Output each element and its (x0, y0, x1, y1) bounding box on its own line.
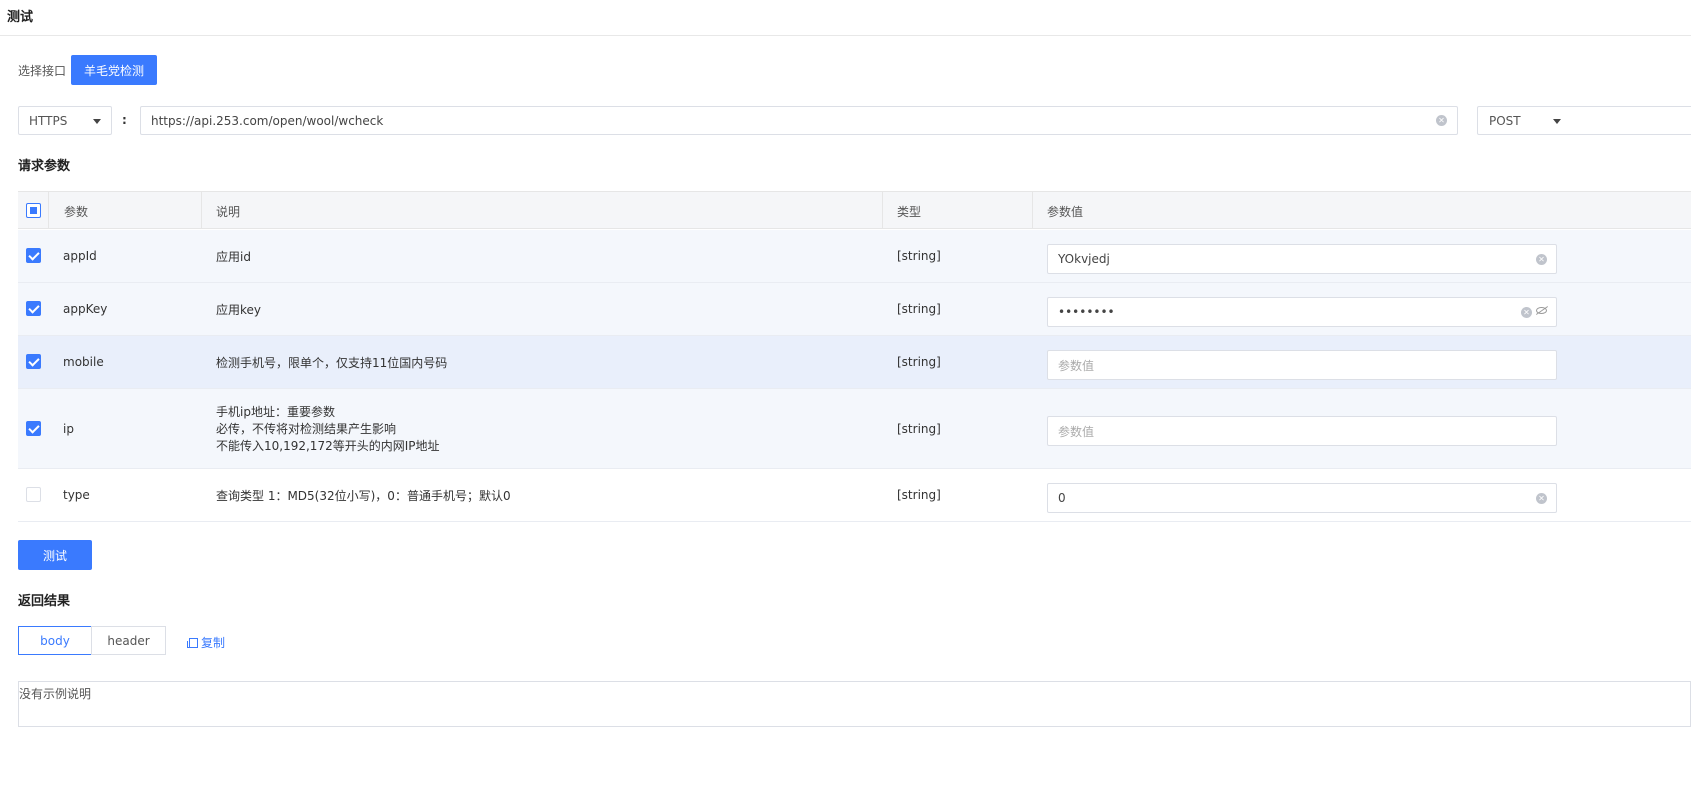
row-checkbox[interactable] (26, 301, 41, 316)
eye-off-icon[interactable] (1536, 307, 1547, 314)
param-value: YOkvjedj (1058, 252, 1110, 266)
param-name: type (63, 488, 90, 502)
header-divider (0, 35, 1691, 36)
param-desc: 应用key (216, 303, 262, 317)
request-params-title: 请求参数 (18, 159, 71, 174)
param-name: appId (63, 249, 97, 263)
param-type: [string] (897, 249, 941, 263)
page-title: 测试 (7, 10, 34, 25)
copy-button[interactable]: 复制 (187, 634, 226, 651)
param-desc: 检测手机号，限单个，仅支持11位国内号码 (216, 356, 448, 370)
row-checkbox[interactable] (26, 421, 41, 436)
param-desc: 手机ip地址：重要参数 必传，不传将对检测结果产生影响 不能传入10,192,1… (216, 405, 440, 453)
url-input[interactable]: https://api.253.com/open/wool/wcheck ✕ (140, 106, 1458, 135)
column-divider (1032, 192, 1033, 229)
param-type: [string] (897, 302, 941, 316)
param-desc: 查询类型 1：MD5(32位小写)，0：普通手机号；默认0 (216, 489, 511, 503)
protocol-select[interactable]: HTTPS (18, 106, 112, 135)
protocol-value: HTTPS (29, 113, 68, 128)
column-divider (882, 192, 883, 229)
table-row: mobile 检测手机号，限单个，仅支持11位国内号码 [string] 参数值 (18, 336, 1691, 389)
method-select[interactable]: POST (1477, 106, 1691, 135)
tab-body[interactable]: body (18, 626, 92, 655)
param-name: ip (63, 422, 74, 436)
param-value-input[interactable]: YOkvjedj ✕ (1047, 244, 1557, 274)
header-value: 参数值 (1047, 205, 1084, 219)
header-param: 参数 (64, 205, 89, 219)
column-divider (201, 192, 202, 229)
column-divider (48, 192, 49, 229)
header-desc: 说明 (216, 205, 241, 219)
result-content: 没有示例说明 (18, 681, 1691, 727)
param-type: [string] (897, 355, 941, 369)
param-desc: 应用id (216, 250, 251, 264)
copy-label: 复制 (201, 636, 226, 650)
url-separator: : (122, 113, 127, 127)
param-name: appKey (63, 302, 108, 316)
copy-icon (187, 637, 198, 648)
param-value-input[interactable]: 参数值 (1047, 350, 1557, 380)
row-checkbox[interactable] (26, 487, 41, 502)
method-value: POST (1489, 113, 1521, 128)
params-table-header: 参数 说明 类型 参数值 (18, 191, 1691, 229)
interface-label: 选择接口 (18, 64, 67, 78)
select-all-checkbox[interactable] (26, 203, 41, 218)
row-checkbox[interactable] (26, 354, 41, 369)
test-button[interactable]: 测试 (18, 540, 92, 570)
table-row: appKey 应用key [string] •••••••• ✕ (18, 283, 1691, 336)
param-value-input[interactable]: 0 ✕ (1047, 483, 1557, 513)
row-checkbox[interactable] (26, 248, 41, 263)
password-input[interactable]: •••••••• ✕ (1047, 297, 1557, 327)
result-title: 返回结果 (18, 594, 71, 609)
param-placeholder: 参数值 (1058, 424, 1095, 439)
table-row: appId 应用id [string] YOkvjedj ✕ (18, 230, 1691, 283)
interface-select-button[interactable]: 羊毛党检测 (71, 55, 157, 85)
table-row: ip 手机ip地址：重要参数 必传，不传将对检测结果产生影响 不能传入10,19… (18, 389, 1691, 469)
caret-down-icon (93, 119, 101, 124)
param-name: mobile (63, 355, 104, 369)
table-row: type 查询类型 1：MD5(32位小写)，0：普通手机号；默认0 [stri… (18, 469, 1691, 522)
tab-header[interactable]: header (91, 626, 166, 655)
clear-icon[interactable]: ✕ (1536, 493, 1547, 504)
param-value: 0 (1058, 491, 1066, 505)
url-value: https://api.253.com/open/wool/wcheck (151, 113, 384, 128)
clear-icon[interactable]: ✕ (1436, 115, 1447, 126)
clear-icon[interactable]: ✕ (1521, 307, 1532, 318)
param-value: •••••••• (1058, 305, 1115, 319)
param-type: [string] (897, 488, 941, 502)
clear-icon[interactable]: ✕ (1536, 254, 1547, 265)
param-type: [string] (897, 422, 941, 436)
caret-down-icon (1553, 119, 1561, 124)
param-value-input[interactable]: 参数值 (1047, 416, 1557, 446)
header-type: 类型 (897, 205, 922, 219)
param-placeholder: 参数值 (1058, 358, 1095, 373)
